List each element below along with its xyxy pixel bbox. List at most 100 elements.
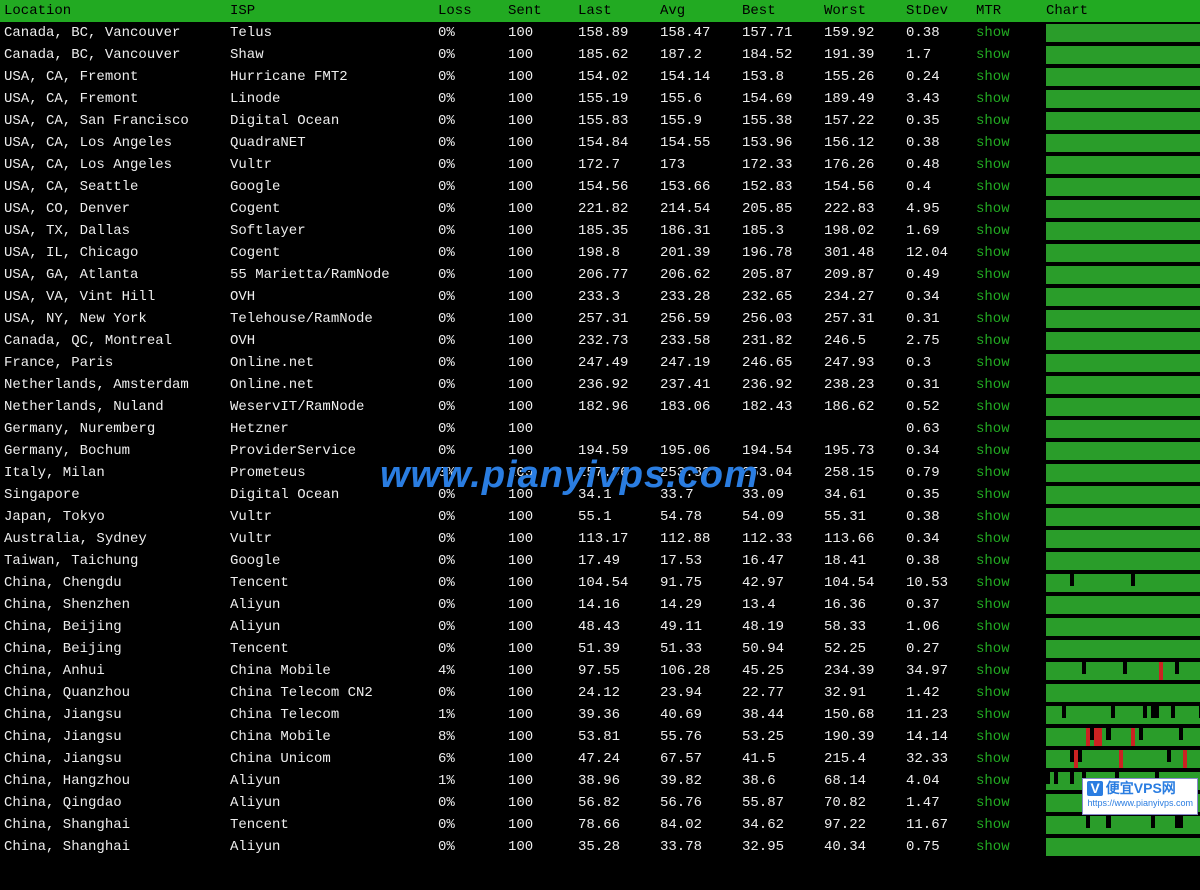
mtr-show-link[interactable]: show — [976, 465, 1010, 481]
cell-isp: Aliyun — [226, 836, 434, 858]
cell-location: China, Anhui — [0, 660, 226, 682]
cell-stdev: 0.49 — [902, 264, 972, 286]
cell-sent: 100 — [504, 462, 574, 484]
mtr-show-link[interactable]: show — [976, 795, 1010, 811]
mtr-show-link[interactable]: show — [976, 355, 1010, 371]
latency-sparkline — [1046, 442, 1200, 460]
cell-location: USA, GA, Atlanta — [0, 264, 226, 286]
cell-location: China, Shanghai — [0, 814, 226, 836]
mtr-show-link[interactable]: show — [976, 69, 1010, 85]
mtr-show-link[interactable]: show — [976, 443, 1010, 459]
cell-stdev: 0.35 — [902, 484, 972, 506]
mtr-show-link[interactable]: show — [976, 223, 1010, 239]
cell-loss: 0% — [434, 528, 504, 550]
cell-best: 184.52 — [738, 44, 820, 66]
cell-last: 51.39 — [574, 638, 656, 660]
cell-loss: 0% — [434, 264, 504, 286]
cell-worst: 154.56 — [820, 176, 902, 198]
mtr-show-link[interactable]: show — [976, 751, 1010, 767]
cell-best: 41.5 — [738, 748, 820, 770]
cell-best: 194.54 — [738, 440, 820, 462]
mtr-show-link[interactable]: show — [976, 25, 1010, 41]
cell-stdev: 0.75 — [902, 836, 972, 858]
cell-chart — [1042, 330, 1200, 352]
cell-last: 24.12 — [574, 682, 656, 704]
mtr-show-link[interactable]: show — [976, 333, 1010, 349]
header-best: Best — [738, 0, 820, 22]
mtr-show-link[interactable]: show — [976, 531, 1010, 547]
mtr-show-link[interactable]: show — [976, 399, 1010, 415]
mtr-show-link[interactable]: show — [976, 773, 1010, 789]
mtr-show-link[interactable]: show — [976, 179, 1010, 195]
table-row: Italy, MilanPrometeus0%100257.96253.8325… — [0, 462, 1200, 484]
mtr-show-link[interactable]: show — [976, 47, 1010, 63]
cell-mtr: show — [972, 110, 1042, 132]
cell-isp: WeservIT/RamNode — [226, 396, 434, 418]
mtr-show-link[interactable]: show — [976, 729, 1010, 745]
mtr-show-link[interactable]: show — [976, 421, 1010, 437]
cell-worst: 58.33 — [820, 616, 902, 638]
mtr-show-link[interactable]: show — [976, 685, 1010, 701]
cell-chart — [1042, 264, 1200, 286]
cell-location: China, Shenzhen — [0, 594, 226, 616]
cell-sent: 100 — [504, 726, 574, 748]
cell-loss: 0% — [434, 396, 504, 418]
mtr-show-link[interactable]: show — [976, 487, 1010, 503]
cell-last: 185.35 — [574, 220, 656, 242]
mtr-show-link[interactable]: show — [976, 201, 1010, 217]
mtr-show-link[interactable]: show — [976, 377, 1010, 393]
mtr-show-link[interactable]: show — [976, 597, 1010, 613]
mtr-show-link[interactable]: show — [976, 619, 1010, 635]
cell-avg: 237.41 — [656, 374, 738, 396]
mtr-show-link[interactable]: show — [976, 91, 1010, 107]
latency-sparkline — [1046, 332, 1200, 350]
cell-location: Netherlands, Amsterdam — [0, 374, 226, 396]
mtr-show-link[interactable]: show — [976, 157, 1010, 173]
mtr-show-link[interactable]: show — [976, 245, 1010, 261]
cell-chart — [1042, 418, 1200, 440]
cell-stdev: 2.75 — [902, 330, 972, 352]
mtr-show-link[interactable]: show — [976, 553, 1010, 569]
cell-location: China, Hangzhou — [0, 770, 226, 792]
table-row: China, QingdaoAliyun0%10056.8256.7655.87… — [0, 792, 1200, 814]
cell-last: 35.28 — [574, 836, 656, 858]
cell-sent: 100 — [504, 264, 574, 286]
cell-worst: 190.39 — [820, 726, 902, 748]
cell-location: USA, CA, Los Angeles — [0, 154, 226, 176]
table-row: China, ShanghaiTencent0%10078.6684.0234.… — [0, 814, 1200, 836]
cell-sent: 100 — [504, 704, 574, 726]
mtr-show-link[interactable]: show — [976, 707, 1010, 723]
cell-chart — [1042, 616, 1200, 638]
mtr-show-link[interactable]: show — [976, 817, 1010, 833]
cell-isp: Tencent — [226, 572, 434, 594]
cell-last: 56.82 — [574, 792, 656, 814]
mtr-show-link[interactable]: show — [976, 575, 1010, 591]
cell-chart — [1042, 836, 1200, 858]
cell-location: USA, CA, Seattle — [0, 176, 226, 198]
header-stdev: StDev — [902, 0, 972, 22]
mtr-show-link[interactable]: show — [976, 663, 1010, 679]
cell-mtr: show — [972, 440, 1042, 462]
cell-best: 22.77 — [738, 682, 820, 704]
mtr-show-link[interactable]: show — [976, 839, 1010, 855]
cell-last: 221.82 — [574, 198, 656, 220]
mtr-show-link[interactable]: show — [976, 113, 1010, 129]
mtr-show-link[interactable]: show — [976, 135, 1010, 151]
cell-last: 154.02 — [574, 66, 656, 88]
cell-location: China, Chengdu — [0, 572, 226, 594]
mtr-show-link[interactable]: show — [976, 509, 1010, 525]
mtr-show-link[interactable]: show — [976, 267, 1010, 283]
latency-sparkline — [1046, 354, 1200, 372]
cell-best: 155.38 — [738, 110, 820, 132]
cell-best: 152.83 — [738, 176, 820, 198]
cell-sent: 100 — [504, 638, 574, 660]
cell-mtr: show — [972, 660, 1042, 682]
cell-last: 247.49 — [574, 352, 656, 374]
cell-chart — [1042, 132, 1200, 154]
cell-sent: 100 — [504, 484, 574, 506]
cell-mtr: show — [972, 770, 1042, 792]
cell-loss: 8% — [434, 726, 504, 748]
mtr-show-link[interactable]: show — [976, 641, 1010, 657]
mtr-show-link[interactable]: show — [976, 311, 1010, 327]
mtr-show-link[interactable]: show — [976, 289, 1010, 305]
